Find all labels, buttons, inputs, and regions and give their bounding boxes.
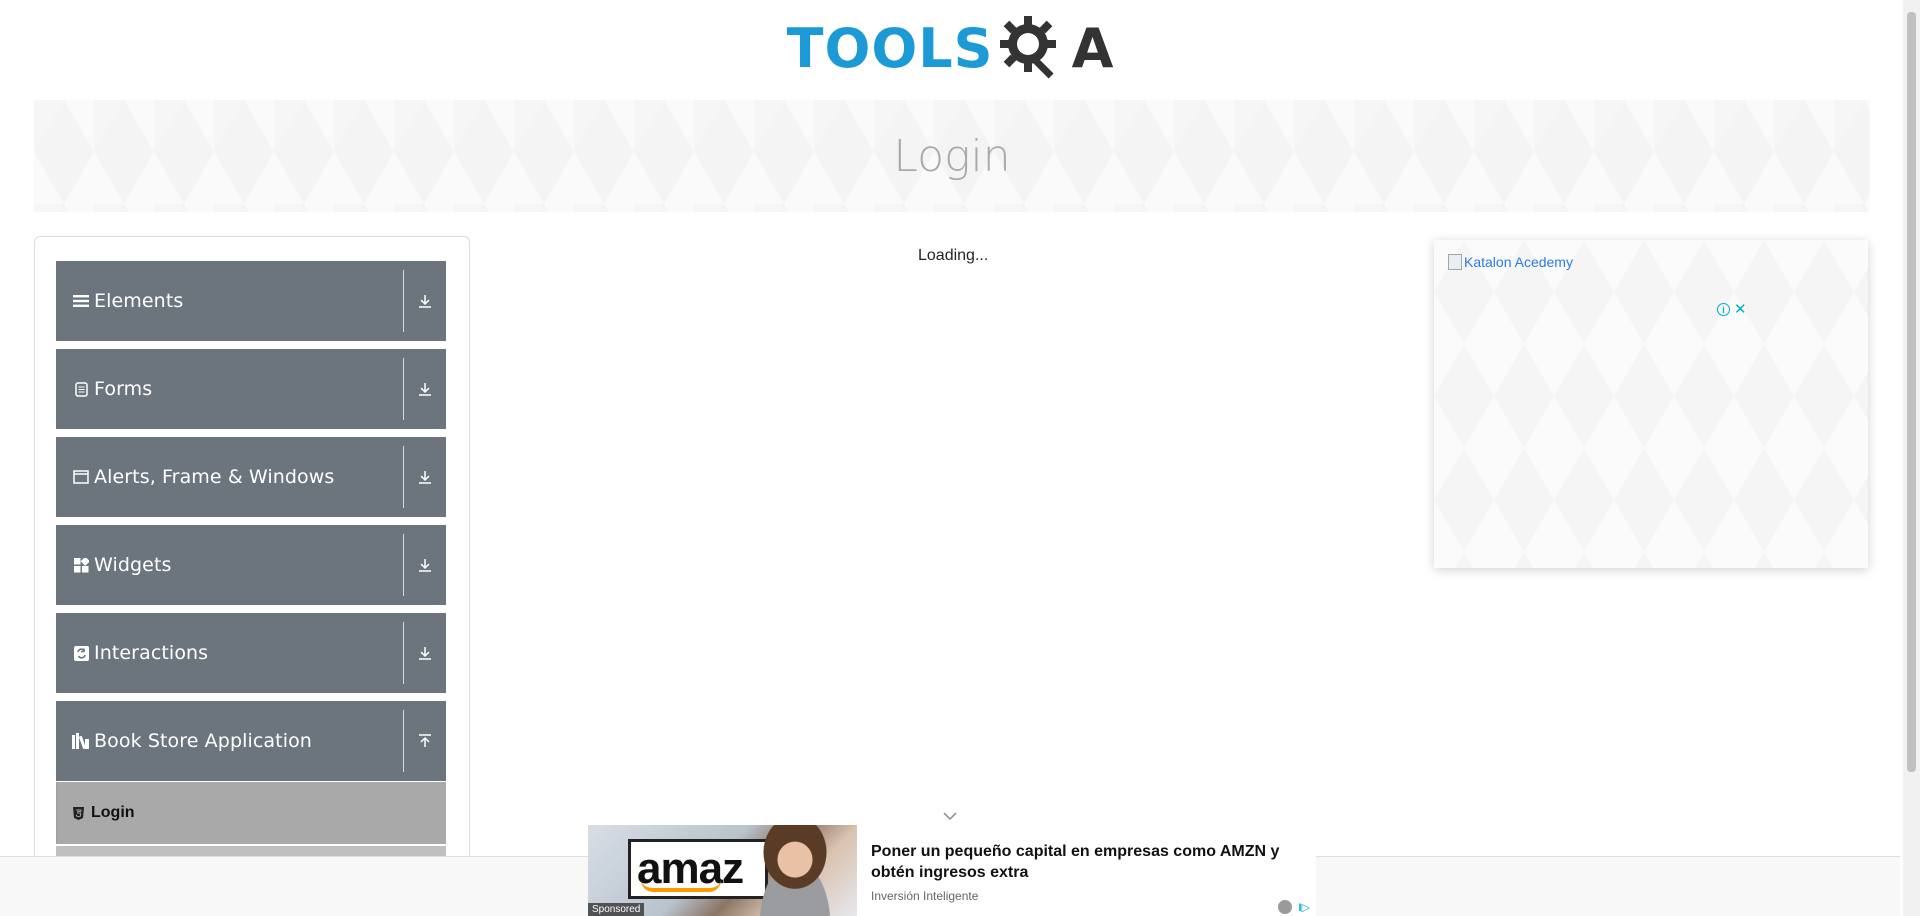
amazon-smile-icon [641,880,721,892]
sidebar-group-label: Interactions [94,642,209,664]
bottom-ad-source: Inversión Inteligente [871,889,979,903]
ad-options-icon[interactable] [1278,900,1293,914]
ad-controls: i ✕ [1717,302,1747,317]
sidebar-item-label: Login [91,804,135,821]
right-ad-panel[interactable]: Katalon Acedemy i ✕ [1434,240,1868,568]
bottom-ad-banner[interactable]: amaz Sponsored Poner un pequeño capital … [588,825,1316,916]
left-sidebar: Elements Forms Alerts, Frame & Windows W… [34,236,470,916]
sidebar-group-forms[interactable]: Forms [56,349,446,429]
expand-down-icon[interactable] [404,469,446,485]
page-title: Login [893,130,1011,182]
refresh-icon [72,644,90,662]
scrollbar-thumb[interactable] [1907,12,1916,772]
loading-indicator: Loading... [918,247,989,264]
expand-down-icon[interactable] [404,293,446,309]
logo-text-a: A [1071,17,1114,80]
sidebar-group-book-store-application[interactable]: Book Store Application [56,701,446,781]
sidebar-group-label: Alerts, Frame & Windows [94,466,335,488]
bottom-ad-text[interactable]: Poner un pequeño capital en empresas com… [857,825,1316,916]
sidebar-group-label: Widgets [94,554,172,576]
window-icon [72,468,90,486]
books-icon [72,732,90,750]
close-icon[interactable]: ✕ [1734,302,1747,317]
ad-image-alt-text: Katalon Acedemy [1464,254,1573,270]
ad-image-link[interactable]: Katalon Acedemy [1448,254,1573,270]
sponsored-label: Sponsored [588,903,645,916]
adchoices-icon[interactable]: I▷ [1298,901,1310,914]
sidebar-group-label: Forms [94,378,153,400]
broken-image-icon [1448,254,1462,270]
ad-badges: I▷ [1278,900,1310,914]
logo-text-tools: TOOLS [786,17,994,80]
chevron-down-icon[interactable] [942,808,958,826]
site-header: TOOLS A [0,0,1900,98]
sidebar-group-elements[interactable]: Elements [56,261,446,341]
document-icon [72,380,90,398]
expand-down-icon[interactable] [404,645,446,661]
vertical-scrollbar[interactable] [1903,0,1920,916]
html5-icon [71,806,85,820]
expand-down-icon[interactable] [404,557,446,573]
bottom-ad-headline[interactable]: Poner un pequeño capital en empresas com… [871,841,1302,883]
widgets-icon [72,556,90,574]
sidebar-group-alerts-frame-windows[interactable]: Alerts, Frame & Windows [56,437,446,517]
sidebar-group-interactions[interactable]: Interactions [56,613,446,693]
gear-magnifier-icon [999,16,1056,79]
sidebar-group-label: Elements [94,290,184,312]
sidebar-item-login[interactable]: Login [56,782,446,844]
info-icon[interactable]: i [1717,303,1730,316]
list-icon [72,292,90,310]
sidebar-group-label: Book Store Application [94,730,312,752]
person-photo [740,825,850,916]
toolsqa-logo[interactable]: TOOLS A [786,14,1114,84]
page-banner: Login [34,100,1870,212]
sidebar-group-widgets[interactable]: Widgets [56,525,446,605]
expand-down-icon[interactable] [404,381,446,397]
bottom-ad-image[interactable]: amaz Sponsored [588,825,857,916]
collapse-up-icon[interactable] [404,733,446,749]
